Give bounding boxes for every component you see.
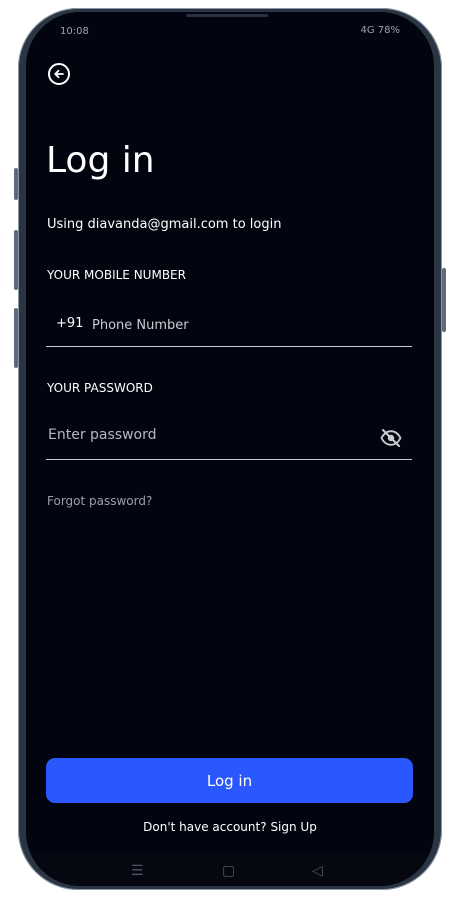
home-icon[interactable]: ▢ (222, 864, 235, 878)
back-nav-icon[interactable]: ◁ (312, 864, 323, 878)
password-input[interactable] (46, 422, 350, 448)
signup-link[interactable]: Sign Up (270, 820, 316, 834)
page-title: Log in (46, 140, 155, 181)
status-indicators: 4G 78% (360, 25, 400, 36)
system-navigation-bar: ☰ ▢ ◁ (26, 852, 434, 886)
password-label: YOUR PASSWORD (47, 381, 153, 395)
login-button[interactable]: Log in (46, 758, 413, 803)
back-button[interactable] (48, 63, 70, 85)
phone-field: +91 (46, 304, 412, 347)
volume-down-button (14, 308, 18, 368)
phone-number-input[interactable] (90, 313, 394, 337)
signup-prompt: Don't have account? (143, 820, 267, 834)
forgot-password-link[interactable]: Forgot password? (47, 494, 152, 508)
mobile-number-label: YOUR MOBILE NUMBER (47, 268, 186, 282)
power-button (14, 168, 18, 200)
menu-icon[interactable]: ☰ (131, 864, 144, 878)
volume-up-button (14, 230, 18, 290)
country-code[interactable]: +91 (56, 316, 83, 331)
side-button-right (442, 268, 446, 332)
app-screen: 10:08 4G 78% Log in Using diavanda@gmail… (26, 12, 434, 886)
eye-off-icon (380, 429, 402, 447)
notch (186, 14, 268, 17)
status-bar: 10:08 4G 78% (26, 12, 434, 46)
login-email-info: Using diavanda@gmail.com to login (47, 217, 282, 232)
password-field (46, 416, 412, 460)
password-visibility-toggle[interactable] (380, 429, 402, 447)
arrow-left-circle-icon (54, 69, 64, 79)
status-time: 10:08 (60, 26, 89, 37)
signup-row: Don't have account? Sign Up (26, 820, 434, 834)
